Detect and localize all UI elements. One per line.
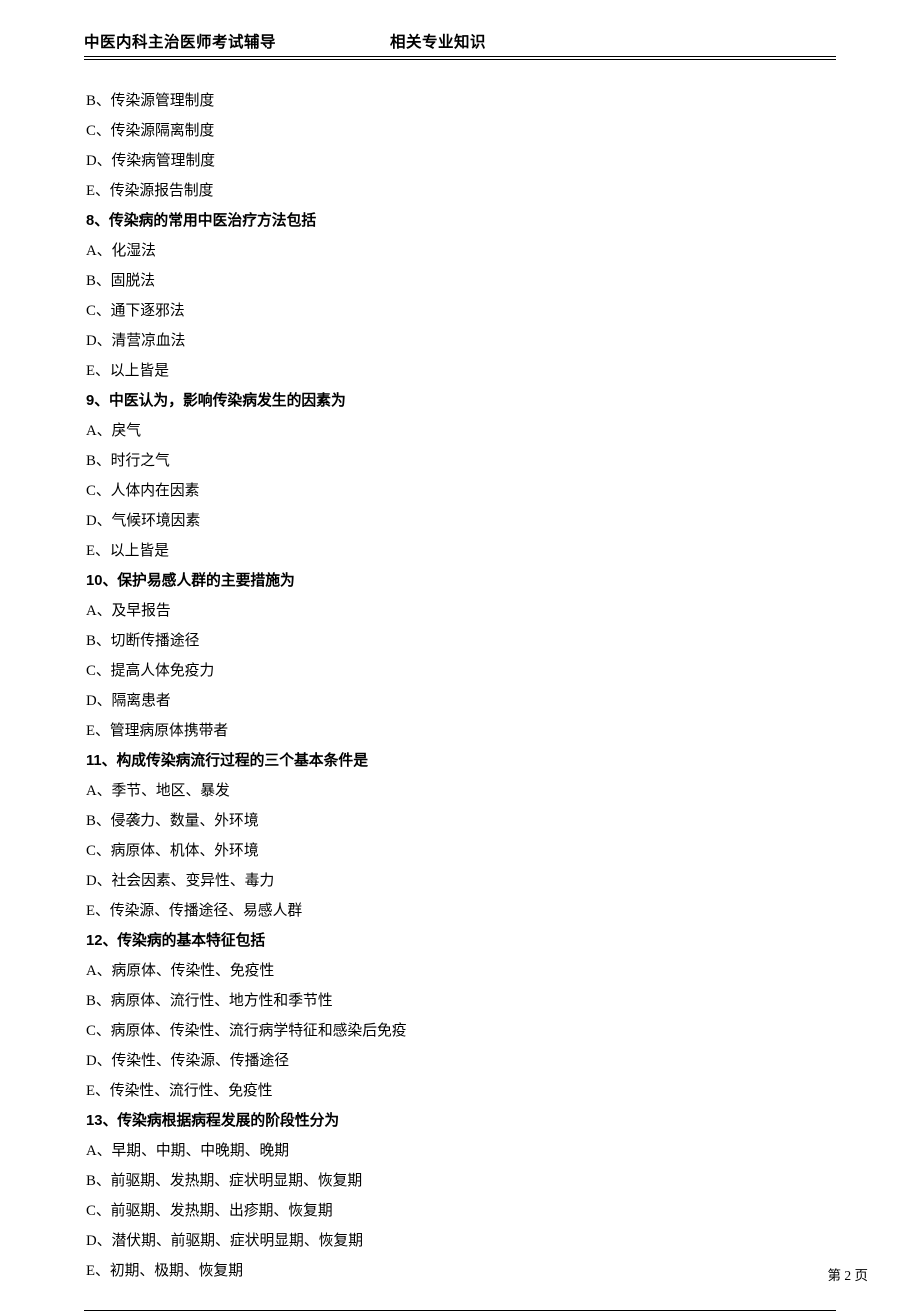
option-line: E、管理病原体携带者 [86,716,836,746]
option-line: C、通下逐邪法 [86,296,836,326]
option-line: D、隔离患者 [86,686,836,716]
option-line: D、清营凉血法 [86,326,836,356]
option-line: C、前驱期、发热期、出疹期、恢复期 [86,1196,836,1226]
option-line: C、病原体、机体、外环境 [86,836,836,866]
option-line: B、时行之气 [86,446,836,476]
option-line: E、初期、极期、恢复期 [86,1256,836,1286]
option-line: B、传染源管理制度 [86,86,836,116]
page-header: 中医内科主治医师考试辅导 相关专业知识 [84,30,836,54]
header-rule-1 [84,56,836,57]
page-number: 第 2 页 [828,1264,869,1284]
option-line: B、切断传播途径 [86,626,836,656]
option-line: D、潜伏期、前驱期、症状明显期、恢复期 [86,1226,836,1256]
option-line: C、提高人体免疫力 [86,656,836,686]
question-stem: 10、保护易感人群的主要措施为 [86,566,836,596]
question-stem: 8、传染病的常用中医治疗方法包括 [86,206,836,236]
option-line: A、季节、地区、暴发 [86,776,836,806]
option-line: E、以上皆是 [86,356,836,386]
option-line: C、人体内在因素 [86,476,836,506]
question-stem: 11、构成传染病流行过程的三个基本条件是 [86,746,836,776]
header-rule-2 [84,59,836,60]
option-line: D、气候环境因素 [86,506,836,536]
option-line: B、固脱法 [86,266,836,296]
option-line: D、传染性、传染源、传播途径 [86,1046,836,1076]
option-line: E、传染性、流行性、免疫性 [86,1076,836,1106]
option-line: E、以上皆是 [86,536,836,566]
content: B、传染源管理制度 C、传染源隔离制度 D、传染病管理制度 E、传染源报告制度 … [84,86,836,1286]
header-right: 相关专业知识 [390,30,486,52]
question-stem: 12、传染病的基本特征包括 [86,926,836,956]
question-stem: 13、传染病根据病程发展的阶段性分为 [86,1106,836,1136]
option-line: A、早期、中期、中晚期、晚期 [86,1136,836,1166]
option-line: E、传染源、传播途径、易感人群 [86,896,836,926]
option-line: B、前驱期、发热期、症状明显期、恢复期 [86,1166,836,1196]
header-left: 中医内科主治医师考试辅导 [84,30,390,52]
option-line: A、及早报告 [86,596,836,626]
option-line: E、传染源报告制度 [86,176,836,206]
option-line: A、化湿法 [86,236,836,266]
option-line: C、传染源隔离制度 [86,116,836,146]
option-line: D、社会因素、变异性、毒力 [86,866,836,896]
option-line: B、病原体、流行性、地方性和季节性 [86,986,836,1016]
option-line: D、传染病管理制度 [86,146,836,176]
option-line: A、病原体、传染性、免疫性 [86,956,836,986]
option-line: C、病原体、传染性、流行病学特征和感染后免疫 [86,1016,836,1046]
option-line: B、侵袭力、数量、外环境 [86,806,836,836]
page: 中医内科主治医师考试辅导 相关专业知识 B、传染源管理制度 C、传染源隔离制度 … [0,0,920,1311]
question-stem: 9、中医认为，影响传染病发生的因素为 [86,386,836,416]
option-line: A、戾气 [86,416,836,446]
